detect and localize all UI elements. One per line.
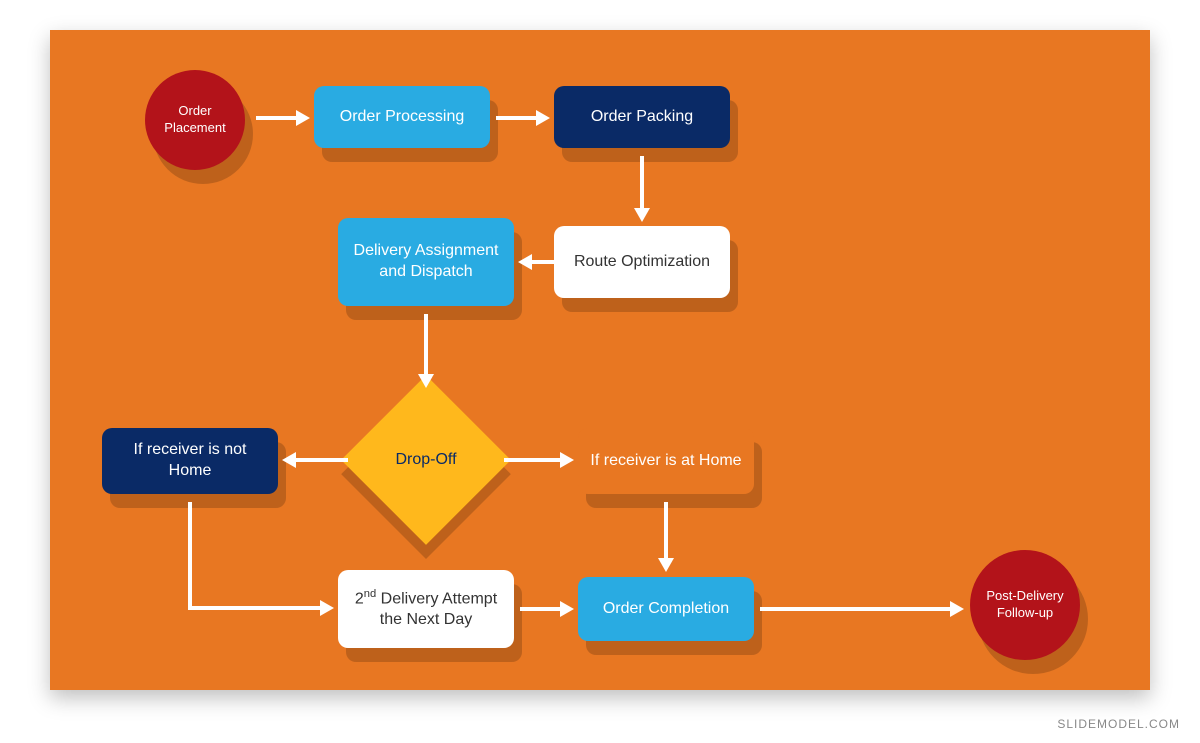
label-receiver-not-home: If receiver is not Home [112, 440, 268, 482]
label-post-delivery: Post-Delivery Follow-up [980, 588, 1070, 622]
arrowhead [634, 208, 650, 222]
node-delivery-assignment: Delivery Assignment and Dispatch [338, 218, 514, 306]
node-post-delivery: Post-Delivery Follow-up [970, 550, 1080, 660]
watermark: SLIDEMODEL.COM [1057, 717, 1180, 731]
label-route-optimization: Route Optimization [574, 252, 710, 273]
label-order-placement: Order Placement [155, 103, 235, 137]
node-receiver-at-home: If receiver is at Home [578, 428, 754, 494]
flowchart-slide: Order Placement Order Processing Order P… [50, 30, 1150, 690]
arrow-processing-packing [496, 116, 536, 120]
node-receiver-not-home: If receiver is not Home [102, 428, 278, 494]
arrowhead [282, 452, 296, 468]
label-order-completion: Order Completion [603, 599, 729, 620]
arrowhead [950, 601, 964, 617]
label-drop-off: Drop-Off [395, 451, 456, 469]
label-order-processing: Order Processing [340, 107, 465, 128]
arrow-delivery-dropoff [424, 314, 428, 374]
node-second-attempt: 2nd Delivery Attempt the Next Day [338, 570, 514, 648]
arrowhead [418, 374, 434, 388]
arrowhead [320, 600, 334, 616]
arrowhead [560, 452, 574, 468]
arrow-dropoff-nothome [296, 458, 348, 462]
arrow-athome-completion [664, 502, 668, 558]
arrow-attempt-completion [520, 607, 560, 611]
arrow-placement-processing [256, 116, 296, 120]
node-drop-off: Drop-Off [366, 400, 486, 520]
node-order-processing: Order Processing [314, 86, 490, 148]
label-second-attempt: 2nd Delivery Attempt the Next Day [348, 587, 504, 631]
arrowhead [560, 601, 574, 617]
arrow-nothome-down [188, 502, 192, 608]
arrowhead [658, 558, 674, 572]
arrow-completion-post [760, 607, 950, 611]
label-receiver-at-home: If receiver is at Home [590, 451, 741, 472]
node-order-completion: Order Completion [578, 577, 754, 641]
node-order-placement: Order Placement [145, 70, 245, 170]
node-order-packing: Order Packing [554, 86, 730, 148]
node-route-optimization: Route Optimization [554, 226, 730, 298]
arrowhead [518, 254, 532, 270]
label-order-packing: Order Packing [591, 107, 693, 128]
arrowhead [536, 110, 550, 126]
arrow-dropoff-athome [504, 458, 560, 462]
arrow-packing-route [640, 156, 644, 208]
arrow-route-delivery [532, 260, 554, 264]
label-delivery-assignment: Delivery Assignment and Dispatch [348, 241, 504, 283]
arrow-nothome-right [188, 606, 320, 610]
arrowhead [296, 110, 310, 126]
